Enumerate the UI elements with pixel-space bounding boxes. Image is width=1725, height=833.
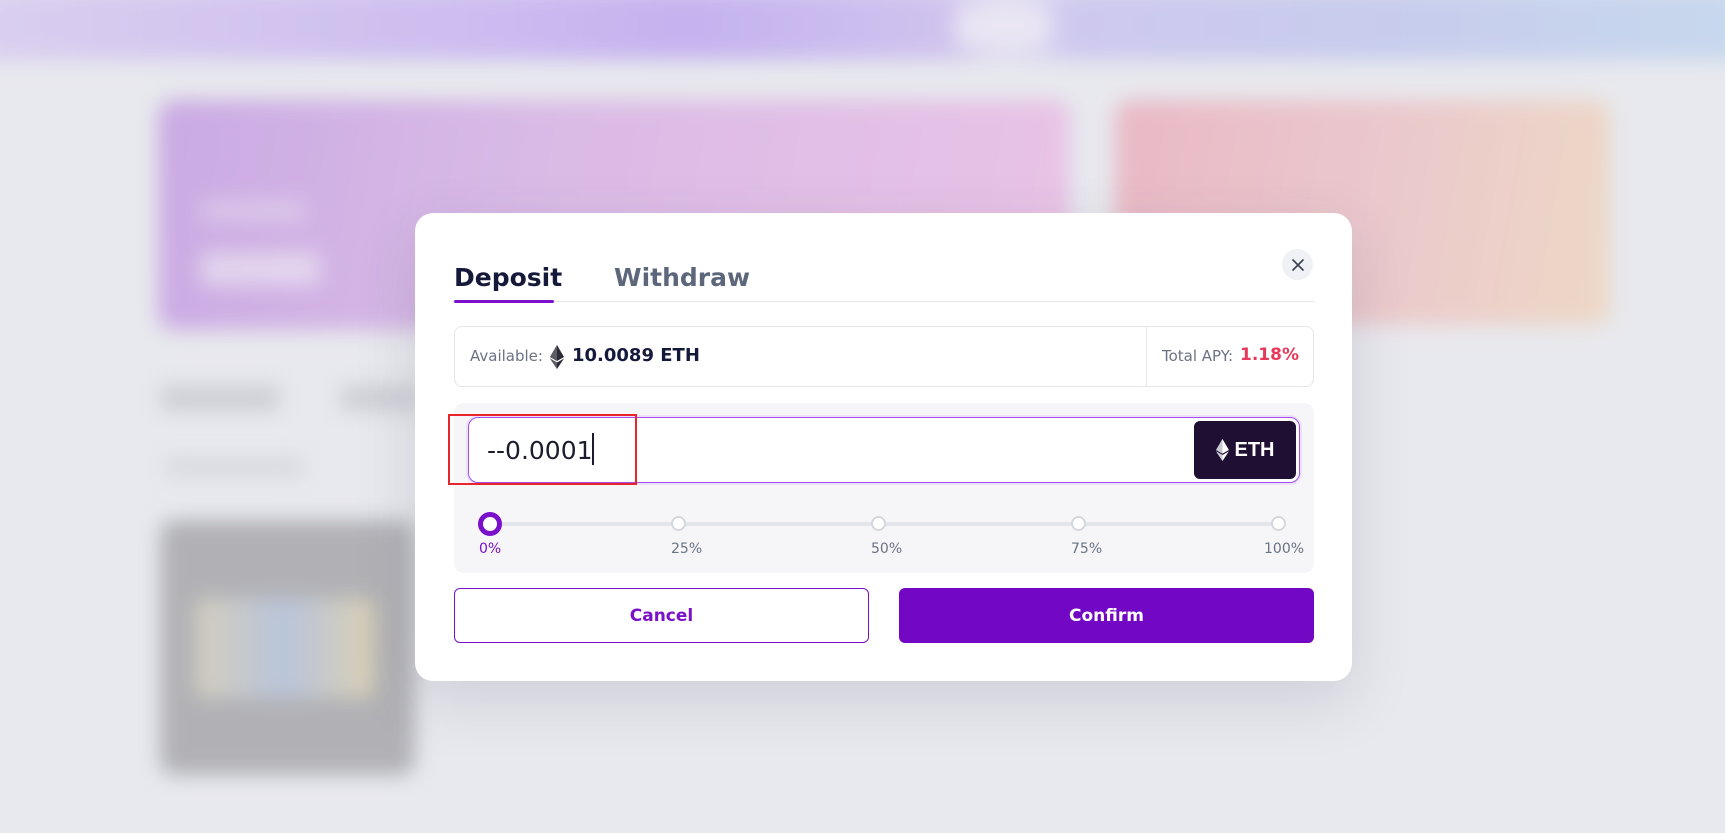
confirm-button[interactable]: Confirm [899,588,1314,643]
token-label: ETH [1234,438,1275,461]
apy-value: 1.18% [1240,345,1299,365]
eth-icon [550,345,564,369]
tab-withdraw[interactable]: Withdraw [614,253,750,302]
available-label: Available: [470,347,543,365]
slider-label-0: 0% [479,541,502,557]
balance-info-box: Available: 10.0089 ETH Total APY: 1.18% [454,326,1314,387]
tab-deposit[interactable]: Deposit [454,253,562,303]
slider-stop-25[interactable] [671,516,686,531]
apy-label: Total APY: [1162,347,1234,365]
available-balance: 10.0089 ETH [572,345,700,366]
eth-icon [1215,439,1229,461]
highlight-box [448,414,637,485]
page: Deposit Withdraw Available: 10.0089 ETH … [0,0,1725,833]
slider-stop-50[interactable] [871,516,886,531]
slider-stop-0[interactable] [478,512,502,536]
modal-tabs: Deposit Withdraw [454,253,1314,303]
percent-slider[interactable]: 0% 25% 50% 75% 100% [478,507,1304,567]
slider-label-25: 25% [671,541,703,557]
cancel-button[interactable]: Cancel [454,588,869,643]
slider-stop-75[interactable] [1071,516,1086,531]
close-icon [1291,258,1304,271]
slider-label-50: 50% [871,541,903,557]
info-divider [1146,327,1147,386]
close-button[interactable] [1282,249,1313,280]
slider-stop-100[interactable] [1271,516,1286,531]
slider-label-100: 100% [1264,541,1305,557]
slider-label-75: 75% [1071,541,1103,557]
token-selector-button[interactable]: ETH [1194,421,1296,479]
